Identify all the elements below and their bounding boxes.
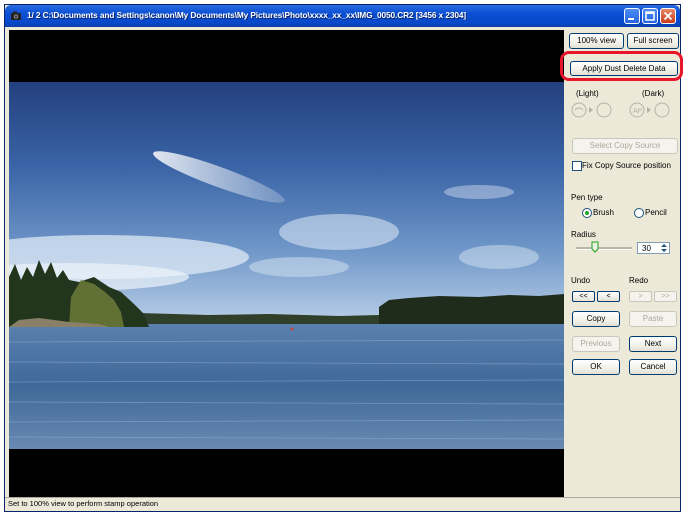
redo-button[interactable]: > bbox=[629, 291, 652, 302]
status-bar: Set to 100% view to perform stamp operat… bbox=[5, 497, 680, 511]
brush-radio[interactable] bbox=[582, 208, 592, 218]
camera-app-icon bbox=[11, 11, 21, 20]
undo-label: Undo bbox=[571, 276, 591, 285]
radius-value: 30 bbox=[642, 244, 651, 253]
radius-input[interactable]: 30 bbox=[637, 242, 670, 254]
side-panel: 100% view Full screen Apply Dust Delete … bbox=[568, 30, 679, 498]
close-icon bbox=[663, 11, 673, 21]
auto-dust-light-icon[interactable] bbox=[570, 101, 618, 119]
fix-copy-source-checkbox[interactable] bbox=[572, 161, 582, 171]
undo-all-button[interactable]: << bbox=[572, 291, 595, 302]
radius-label: Radius bbox=[571, 230, 596, 239]
brush-radio-dot bbox=[585, 211, 589, 215]
redo-label: Redo bbox=[629, 276, 649, 285]
title-bar[interactable]: 1/ 2 C:\Documents and Settings\canon\My … bbox=[5, 5, 680, 27]
pencil-radio[interactable] bbox=[634, 208, 644, 218]
redo-all-button[interactable]: >> bbox=[654, 291, 677, 302]
copy-button[interactable]: Copy bbox=[572, 311, 620, 327]
radius-slider-thumb[interactable] bbox=[591, 241, 599, 253]
dark-label: (Dark) bbox=[642, 89, 665, 98]
fix-copy-source-label: Fix Copy Source position bbox=[582, 161, 671, 170]
select-copy-source-button[interactable]: Select Copy Source bbox=[572, 138, 678, 154]
brush-label: Brush bbox=[593, 208, 614, 217]
ok-button[interactable]: OK bbox=[572, 359, 620, 375]
apply-dust-delete-data-button[interactable]: Apply Dust Delete Data bbox=[570, 61, 678, 76]
minimize-icon bbox=[628, 18, 634, 20]
window-title: 1/ 2 C:\Documents and Settings\canon\My … bbox=[27, 10, 467, 20]
previous-button[interactable]: Previous bbox=[572, 336, 620, 352]
maximize-button[interactable] bbox=[642, 8, 658, 24]
radius-slider-track[interactable] bbox=[576, 247, 632, 250]
svg-text:AP: AP bbox=[633, 108, 643, 115]
lake-photo[interactable] bbox=[9, 82, 564, 449]
pen-type-label: Pen type bbox=[571, 193, 603, 202]
spin-arrows-icon[interactable] bbox=[660, 244, 668, 252]
full-screen-button[interactable]: Full screen bbox=[627, 33, 679, 49]
maximize-icon bbox=[645, 11, 655, 21]
minimize-button[interactable] bbox=[624, 8, 640, 24]
100-percent-view-button[interactable]: 100% view bbox=[569, 33, 624, 49]
undo-button[interactable]: < bbox=[597, 291, 620, 302]
close-button[interactable] bbox=[660, 8, 676, 24]
app-window: 1/ 2 C:\Documents and Settings\canon\My … bbox=[4, 4, 683, 512]
next-button[interactable]: Next bbox=[629, 336, 677, 352]
paste-button[interactable]: Paste bbox=[629, 311, 677, 327]
cancel-button[interactable]: Cancel bbox=[629, 359, 677, 375]
light-label: (Light) bbox=[576, 89, 599, 98]
status-text: Set to 100% view to perform stamp operat… bbox=[8, 499, 159, 508]
pencil-label: Pencil bbox=[645, 208, 667, 217]
auto-dust-dark-icon[interactable]: AP bbox=[628, 101, 676, 119]
image-canvas[interactable] bbox=[9, 30, 564, 498]
